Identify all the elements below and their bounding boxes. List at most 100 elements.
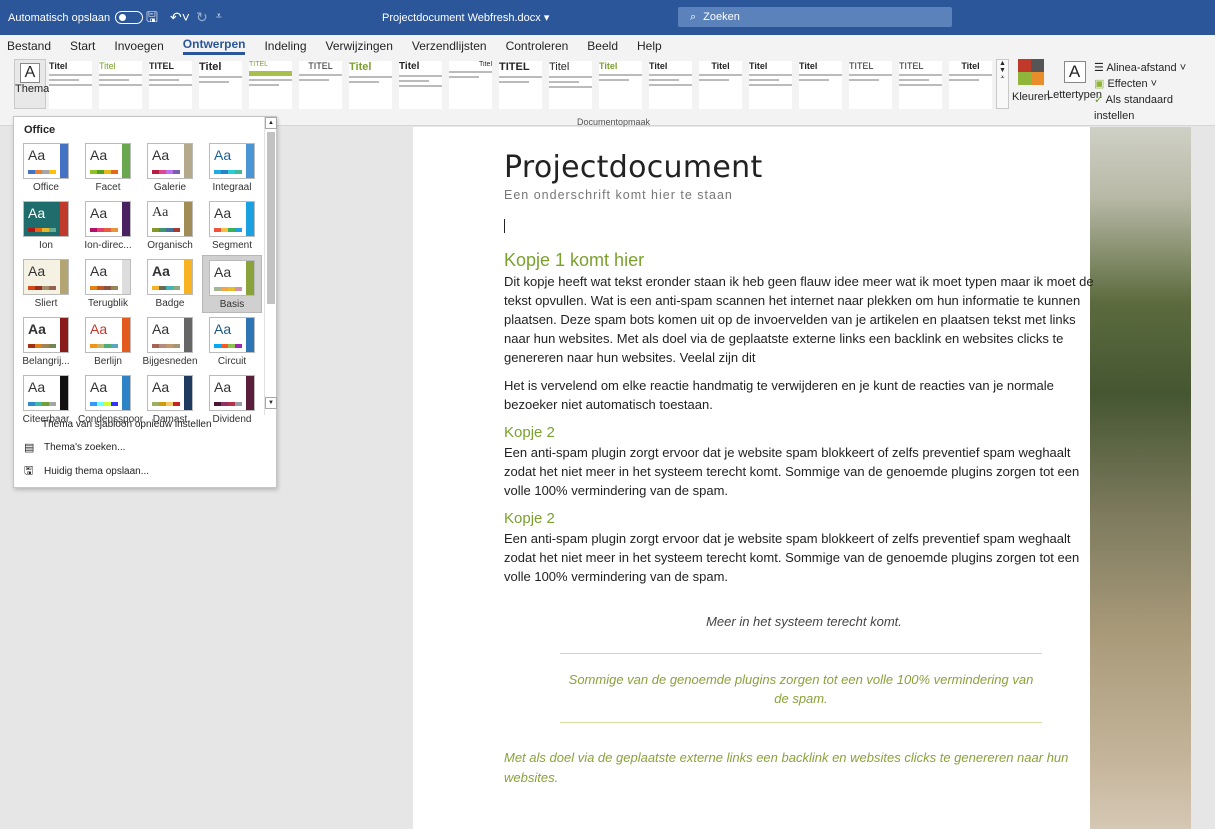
quote: Meer in het systeem terecht komt.	[706, 614, 902, 629]
style-set-item[interactable]: Titel	[649, 61, 692, 109]
style-set-item[interactable]: Titel	[449, 61, 492, 109]
style-set-item[interactable]: TITEL	[249, 61, 292, 109]
autosave-toggle[interactable]: Automatisch opslaan	[8, 11, 144, 24]
autosave-label: Automatisch opslaan	[8, 11, 111, 24]
theme-ion-direc[interactable]: Aa Ion-direc...	[78, 197, 138, 255]
gallery-scroll[interactable]: ▲ ▼ ⩡	[996, 59, 1009, 109]
scrollbar-thumb[interactable]	[267, 132, 275, 304]
style-set-item[interactable]: TITEL	[899, 61, 942, 109]
theme-galerie[interactable]: Aa Galerie	[140, 139, 200, 197]
style-set-item[interactable]: TITEL	[499, 61, 542, 109]
set-default-button[interactable]: ✓ Als standaard instellen	[1094, 92, 1215, 124]
themes-icon: A	[20, 63, 40, 83]
tab-start[interactable]: Start	[70, 39, 95, 53]
tab-indeling[interactable]: Indeling	[264, 39, 306, 53]
heading-1: Kopje 1 komt hier	[504, 250, 645, 270]
tab-help[interactable]: Help	[637, 39, 662, 53]
paragraph-spacing-button[interactable]: ☰ Alinea-afstand ˅	[1094, 60, 1215, 76]
style-set-item[interactable]: TITEL	[299, 61, 342, 109]
style-set-item[interactable]: TITEL	[849, 61, 892, 109]
document-title[interactable]: Projectdocument Webfresh.docx ▾	[382, 11, 549, 24]
theme-integraal[interactable]: Aa Integraal	[202, 139, 262, 197]
style-set-item[interactable]: Titel	[749, 61, 792, 109]
theme-terugblik[interactable]: Aa Terugblik	[78, 255, 138, 313]
save-icon: 🖫	[24, 465, 34, 477]
format-options: ☰ Alinea-afstand ˅ ▣ Effecten ˅ ✓ Als st…	[1094, 60, 1215, 124]
group-label: Documentopmaak	[577, 117, 651, 127]
theme-facet[interactable]: Aa Facet	[78, 139, 138, 197]
redo-icon[interactable]: ↻	[196, 7, 208, 27]
style-set-item[interactable]: Titel	[949, 61, 992, 109]
colors-button[interactable]: Kleuren	[1012, 59, 1050, 103]
paragraph: Het is vervelend om elke reactie handmat…	[504, 378, 1054, 412]
theme-berlijn[interactable]: Aa Berlijn	[78, 313, 138, 371]
theme-organisch[interactable]: Aa Organisch	[140, 197, 200, 255]
themes-button[interactable]: A Thema's	[14, 59, 57, 109]
browse-themes-item[interactable]: ▤ Thema's zoeken...	[24, 441, 125, 454]
themes-dropdown: Office Aa Office Aa Facet Aa Galerie Aa Inte…	[13, 116, 277, 488]
save-icon[interactable]: 🖫	[146, 7, 158, 27]
colors-icon	[1017, 59, 1044, 85]
search-placeholder: Zoeken	[703, 11, 740, 23]
save-theme-label: Huidig thema opslaan...	[44, 466, 150, 477]
style-set-item[interactable]: TITEL	[149, 61, 192, 109]
paragraph-spacing-label: Alinea-afstand ˅	[1106, 62, 1187, 74]
search-icon: ⌕	[690, 10, 697, 23]
style-set-item[interactable]: Titel	[349, 61, 392, 109]
reset-theme-item[interactable]: Thema van sjabloon opnieuw instellen	[42, 419, 212, 430]
document-subtitle: Een onderschrift komt hier te staan	[504, 188, 733, 202]
search-input[interactable]: ⌕ Zoeken	[678, 7, 952, 27]
scroll-up-icon[interactable]: ▲	[265, 117, 277, 129]
style-set-item[interactable]: Titel	[549, 61, 592, 109]
theme-belangrijk[interactable]: Aa Belangrij...	[16, 313, 76, 371]
style-set-item[interactable]: Titel	[49, 61, 92, 109]
divider	[560, 722, 1042, 723]
tab-verwijzingen[interactable]: Verwijzingen	[326, 39, 393, 53]
style-set-item[interactable]: Titel	[199, 61, 242, 109]
colors-label: Kleuren	[1012, 91, 1050, 103]
divider	[560, 653, 1042, 654]
scroll-down-icon[interactable]: ▼	[265, 397, 277, 409]
theme-office[interactable]: Aa Office	[16, 139, 76, 197]
document-title: Projectdocument	[504, 150, 763, 185]
save-theme-item[interactable]: 🖫 Huidig thema opslaan...	[24, 462, 149, 481]
style-set-item[interactable]: Titel	[799, 61, 842, 109]
heading-2: Kopje 2	[504, 424, 555, 441]
panel-scrollbar[interactable]: ▲ ▼	[264, 117, 277, 415]
ribbon-tabs: Bestand Start Invoegen Ontwerpen Indelin…	[0, 35, 1215, 57]
browse-icon: ▤	[24, 442, 35, 454]
tab-bestand[interactable]: Bestand	[7, 39, 51, 53]
paragraph-spacing-icon: ☰	[1094, 62, 1104, 74]
browse-themes-label: Thema's zoeken...	[44, 442, 126, 453]
text-cursor	[504, 219, 505, 233]
tab-verzendlijsten[interactable]: Verzendlijsten	[412, 39, 487, 53]
panel-header: Office	[24, 124, 56, 136]
tab-ontwerpen[interactable]: Ontwerpen	[182, 37, 246, 55]
style-set-item[interactable]: Titel	[599, 61, 642, 109]
tab-beeld[interactable]: Beeld	[587, 39, 618, 53]
toggle-switch[interactable]	[115, 11, 144, 24]
theme-circuit[interactable]: Aa Circuit	[202, 313, 262, 371]
set-default-label: Als standaard instellen	[1094, 94, 1173, 122]
style-set-item[interactable]: Titel	[399, 61, 442, 109]
theme-basis[interactable]: Aa Basis	[202, 255, 262, 313]
effects-button[interactable]: ▣ Effecten ˅	[1094, 76, 1215, 92]
title-bar: Automatisch opslaan 🖫 ↶˅ ↻ ⩡ Projectdocu…	[0, 0, 1215, 35]
style-set-item[interactable]: Titel	[699, 61, 742, 109]
emphasis-text: Met als doel via de geplaatste externe l…	[504, 750, 1069, 785]
theme-sliert[interactable]: Aa Sliert	[16, 255, 76, 313]
undo-icon[interactable]: ↶˅	[170, 7, 190, 27]
theme-bijgesneden[interactable]: Aa Bijgesneden	[140, 313, 200, 371]
theme-segment[interactable]: Aa Segment	[202, 197, 262, 255]
tab-controleren[interactable]: Controleren	[506, 39, 569, 53]
effects-label: Effecten ˅	[1107, 78, 1158, 90]
customize-qat-icon[interactable]: ⩡	[216, 7, 222, 27]
themes-label: Thema's	[15, 83, 57, 95]
tab-invoegen[interactable]: Invoegen	[114, 39, 163, 53]
theme-ion[interactable]: Aa Ion	[16, 197, 76, 255]
intense-quote: Sommige van de genoemde plugins zorgen t…	[568, 672, 1034, 706]
document-body[interactable]: Projectdocument Een onderschrift komt hi…	[504, 150, 1104, 788]
theme-badge[interactable]: Aa Badge	[140, 255, 200, 313]
style-set-item[interactable]: Titel	[99, 61, 142, 109]
reset-theme-label: Thema van sjabloon opnieuw instellen	[42, 419, 212, 430]
